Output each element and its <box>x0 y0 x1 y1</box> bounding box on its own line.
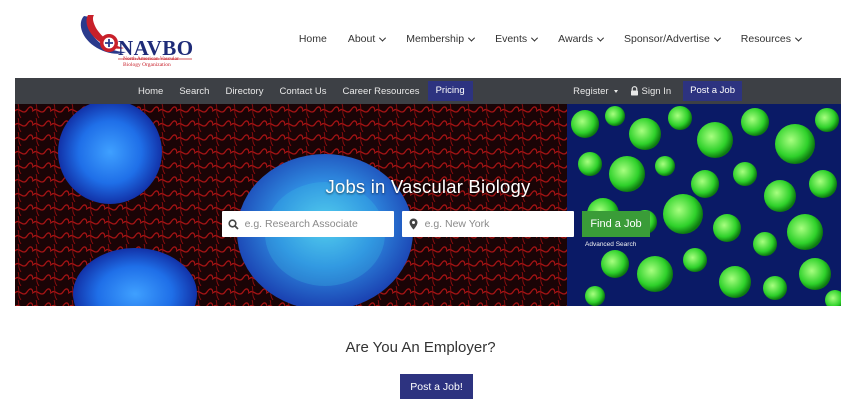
job-board-nav-links: Home Search Directory Contact Us Career … <box>138 78 473 104</box>
chevron-down-icon <box>531 34 539 42</box>
main-nav-label: Home <box>298 33 327 45</box>
main-nav-awards[interactable]: Awards <box>558 33 605 45</box>
find-a-job-button[interactable]: Find a Job <box>582 211 650 237</box>
main-nav-about[interactable]: About <box>347 33 387 45</box>
map-marker-icon <box>402 218 425 230</box>
main-nav-label: Resources <box>740 33 791 45</box>
main-nav-resources[interactable]: Resources <box>740 33 803 45</box>
caret-down-icon <box>613 89 618 93</box>
register-label: Register <box>573 85 609 97</box>
register-dropdown[interactable]: Register <box>573 85 618 97</box>
employer-heading: Are You An Employer? <box>345 339 496 356</box>
location-search-field[interactable] <box>402 211 574 237</box>
main-nav-label: Awards <box>558 33 593 45</box>
chevron-down-icon <box>596 34 605 42</box>
sign-in-label: Sign In <box>641 85 672 97</box>
main-nav-membership[interactable]: Membership <box>406 33 476 45</box>
search-icon <box>222 218 245 230</box>
main-nav-sponsor-advertise[interactable]: Sponsor/Advertise <box>624 33 721 45</box>
location-input[interactable] <box>424 212 574 236</box>
main-nav-label: Events <box>495 33 528 45</box>
job-board-nav: Home Search Directory Contact Us Career … <box>15 78 841 104</box>
main-nav-events[interactable]: Events <box>495 33 539 45</box>
job-board-account-links: Register Sign In Post a Job <box>573 78 742 104</box>
site-header: NAVBO North American Vascular Biology Or… <box>0 0 841 78</box>
lock-icon <box>630 86 638 96</box>
logo-tagline: North American Vascular Biology Organiza… <box>123 56 179 68</box>
main-nav-label: Sponsor/Advertise <box>624 33 710 45</box>
sub-nav-contact-us[interactable]: Contact Us <box>279 86 326 97</box>
chevron-down-icon <box>468 34 476 42</box>
main-nav-label: Membership <box>406 33 465 45</box>
keyword-input[interactable] <box>244 212 394 236</box>
sub-nav-directory[interactable]: Directory <box>225 86 263 97</box>
chevron-down-icon <box>713 34 721 42</box>
main-nav: Home About Membership Events Awards Spon… <box>299 33 803 45</box>
sub-nav-career-resources[interactable]: Career Resources <box>342 86 419 97</box>
sub-nav-search[interactable]: Search <box>179 86 209 97</box>
sign-in-link[interactable]: Sign In <box>630 85 672 97</box>
hero-title: Jobs in Vascular Biology <box>325 176 531 197</box>
main-nav-label: About <box>347 33 376 45</box>
sub-nav-pricing[interactable]: Pricing <box>427 81 473 101</box>
advanced-search-link[interactable]: Advanced Search <box>585 241 636 248</box>
main-nav-home[interactable]: Home <box>299 33 327 45</box>
hero-microscopy-image <box>15 104 841 306</box>
post-a-job-nav-button[interactable]: Post a Job <box>683 81 742 101</box>
hero-banner: Jobs in Vascular Biology Find a Job Adva… <box>15 104 841 306</box>
chevron-down-icon <box>379 34 387 42</box>
navbo-logo[interactable]: NAVBO North American Vascular Biology Or… <box>78 12 196 70</box>
post-a-job-button[interactable]: Post a Job! <box>400 374 473 399</box>
sub-nav-home[interactable]: Home <box>138 86 163 97</box>
keyword-search-field[interactable] <box>222 211 394 237</box>
chevron-down-icon <box>794 34 803 42</box>
